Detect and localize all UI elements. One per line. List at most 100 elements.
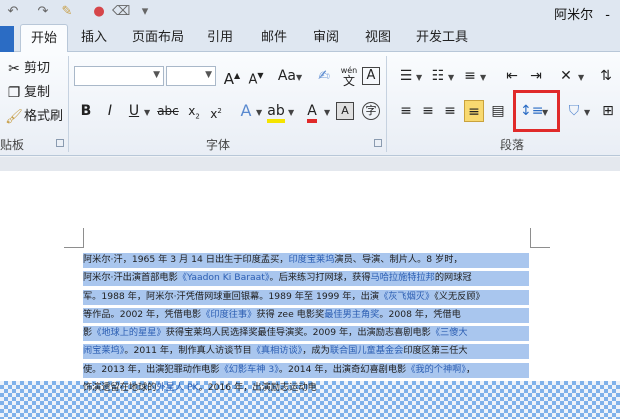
chinese-layout-icon[interactable]: ✕ <box>556 65 576 87</box>
chevron-down-icon[interactable]: ▼ <box>144 108 150 117</box>
bullets-icon[interactable]: ☰ <box>396 65 416 87</box>
strikethrough-icon[interactable]: abc <box>156 100 180 122</box>
tab-references[interactable]: 引用 <box>196 24 244 52</box>
text-run: 。2014 年，出演奇幻喜剧电影 <box>278 363 407 375</box>
cut-button[interactable]: ✂ 剪切 <box>4 58 50 80</box>
hyperlink-text[interactable]: 《我的个神啊》 <box>406 364 466 375</box>
shrink-font-icon[interactable]: A▼ <box>246 65 266 87</box>
customize-qat-icon[interactable]: ▾ <box>136 3 154 21</box>
font-size-combo[interactable]: ▼ <box>166 66 216 86</box>
file-tab[interactable] <box>0 26 14 52</box>
bold-icon[interactable]: B <box>76 100 96 122</box>
text-run: 等作品。2002 年，凭借电影 <box>83 308 202 320</box>
chevron-down-icon[interactable]: ▼ <box>324 108 330 117</box>
hyperlink-text[interactable]: 《幻影车神 3》 <box>220 364 279 375</box>
document-line[interactable]: 影《地球上的星星》获得宝莱坞人民选择奖最佳导演奖。2009 年，出演励志喜剧电影… <box>83 324 533 342</box>
chevron-down-icon[interactable]: ▼ <box>448 73 454 82</box>
line-spacing-highlight-box <box>513 90 560 132</box>
hyperlink-text[interactable]: 《地球上的星星》 <box>92 327 166 338</box>
subscript-icon[interactable]: x2 <box>184 100 204 122</box>
chevron-down-icon[interactable]: ▼ <box>288 108 294 117</box>
underline-icon[interactable]: U <box>124 100 144 122</box>
chevron-down-icon: ▼ <box>153 70 160 80</box>
justify-icon[interactable]: ≡ <box>464 100 484 122</box>
font-launcher[interactable] <box>374 139 382 147</box>
pinyin-char-icon: 文 <box>342 74 355 88</box>
character-shading-icon[interactable]: A <box>336 102 354 120</box>
text-run: 影 <box>83 327 93 339</box>
copy-button[interactable]: ❐ 复制 <box>4 82 50 104</box>
page-top-gap <box>0 157 620 171</box>
hyperlink-text[interactable]: 联合国儿童基金会 <box>330 345 404 356</box>
highlight-color-icon[interactable]: ab <box>266 100 286 123</box>
clipboard-launcher[interactable] <box>56 139 64 147</box>
hyperlink-text[interactable]: 《印度往事》 <box>201 309 256 320</box>
tab-developer[interactable]: 开发工具 <box>406 24 478 52</box>
chevron-down-icon[interactable]: ▼ <box>480 73 486 82</box>
document-line[interactable]: 闹宝莱坞》。2011 年，制作真人访谈节目《真相访谈》，成为联合国儿童基金会印度… <box>83 342 533 360</box>
font-color-icon[interactable]: A <box>302 100 322 123</box>
increase-indent-icon[interactable]: ⇥ <box>526 65 546 87</box>
tab-review[interactable]: 审阅 <box>302 24 350 52</box>
crop-mark <box>530 247 550 248</box>
document-body[interactable]: 阿米尔·汗，1965 年 3 月 14 日出生于印度孟买，印度宝莱坞演员、导演、… <box>83 251 533 397</box>
tab-home[interactable]: 开始 <box>20 24 68 52</box>
grow-font-icon[interactable]: A▲ <box>222 65 242 88</box>
document-line[interactable]: 等作品。2002 年，凭借电影《印度往事》获得 zee 电影奖最佳男主角奖。20… <box>83 306 533 324</box>
minimize-button[interactable]: - <box>605 8 610 23</box>
color-palette-icon[interactable]: ● <box>90 3 108 21</box>
hyperlink-text[interactable]: 闹宝莱坞》 <box>83 345 124 356</box>
copy-label: 复制 <box>24 85 51 100</box>
align-right-icon[interactable]: ≡ <box>440 100 460 122</box>
text-run: 演员、导演、制片人。8 岁时， <box>334 254 463 265</box>
hyperlink-text[interactable]: 马哈拉施特拉邦 <box>371 272 435 283</box>
document-line[interactable]: 军。1988 年，阿米尔·汗凭借网球重回银幕。1989 年至 1999 年，出演… <box>83 288 533 306</box>
hyperlink-text[interactable]: 《真相访谈》 <box>252 345 303 356</box>
tab-mailings[interactable]: 邮件 <box>250 24 298 52</box>
decrease-indent-icon[interactable]: ⇤ <box>502 65 522 87</box>
hyperlink-text[interactable]: 《三傻大 <box>431 327 468 338</box>
crop-mark <box>64 247 84 248</box>
hyperlink-text[interactable]: 《Yaadon Ki Baraat》 <box>178 272 270 283</box>
chevron-down-icon[interactable]: ▼ <box>416 73 422 82</box>
chevron-down-icon[interactable]: ▼ <box>256 108 262 117</box>
font-name-combo[interactable]: ▼ <box>74 66 164 86</box>
superscript-icon[interactable]: x2 <box>206 100 226 122</box>
distributed-icon[interactable]: ▤ <box>488 100 508 122</box>
change-case-icon[interactable]: Aa▼ <box>276 65 304 87</box>
document-line[interactable]: 阿米尔·汗，1965 年 3 月 14 日出生于印度孟买，印度宝莱坞演员、导演、… <box>83 251 533 269</box>
format-painter-qat-icon[interactable]: ✎ <box>58 3 76 21</box>
hyperlink-text[interactable]: 《灰飞烟灭》 <box>379 291 434 302</box>
text-run: 。2011 年，制作真人访谈节目 <box>124 345 252 357</box>
text-effects-icon[interactable]: A <box>236 100 256 122</box>
sort-icon[interactable]: ⇅ <box>596 65 616 87</box>
italic-icon[interactable]: I <box>100 100 120 122</box>
tab-view[interactable]: 视图 <box>354 24 402 52</box>
clear-format-icon[interactable]: ✍ <box>314 65 334 87</box>
redo-icon[interactable]: ↷ <box>34 3 52 21</box>
group-separator <box>68 56 69 152</box>
borders-icon[interactable]: ⊞ <box>598 100 618 122</box>
format-painter-button[interactable]: 🖌 格式刷 <box>4 106 63 128</box>
align-center-icon[interactable]: ≡ <box>418 100 438 122</box>
text-run: 。2016 年，出演励志运动电 <box>198 382 317 394</box>
numbering-icon[interactable]: ☷ <box>428 65 448 87</box>
chevron-down-icon[interactable]: ▼ <box>578 73 584 82</box>
hyperlink-text[interactable]: 印度宝莱坞 <box>288 254 334 265</box>
multilevel-list-icon[interactable]: ≡ <box>460 65 480 87</box>
chevron-down-icon[interactable]: ▼ <box>584 108 590 117</box>
tab-page-layout[interactable]: 页面布局 <box>122 24 194 52</box>
hyperlink-text[interactable]: 最佳男主角奖 <box>324 309 379 320</box>
align-left-icon[interactable]: ≡ <box>396 100 416 122</box>
undo-icon[interactable]: ↶ <box>4 3 22 21</box>
character-border-icon[interactable]: A <box>362 67 380 85</box>
document-line[interactable]: 阿米尔·汗出演首部电影《Yaadon Ki Baraat》。后来练习打网球，获得… <box>83 269 533 287</box>
pinyin-guide-button[interactable]: wén 文 <box>338 64 360 88</box>
hyperlink-text[interactable]: 外星人 PK <box>157 382 199 393</box>
document-line[interactable]: 使。2013 年，出演犯罪动作电影《幻影车神 3》。2014 年，出演奇幻喜剧电… <box>83 361 533 379</box>
shading-icon[interactable]: ⛉ <box>564 100 584 122</box>
enclose-character-icon[interactable]: 字 <box>362 102 380 120</box>
eraser-icon[interactable]: ⌫ <box>112 3 130 21</box>
text-run: 《义无反顾》 <box>434 290 485 302</box>
tab-insert[interactable]: 插入 <box>70 24 118 52</box>
